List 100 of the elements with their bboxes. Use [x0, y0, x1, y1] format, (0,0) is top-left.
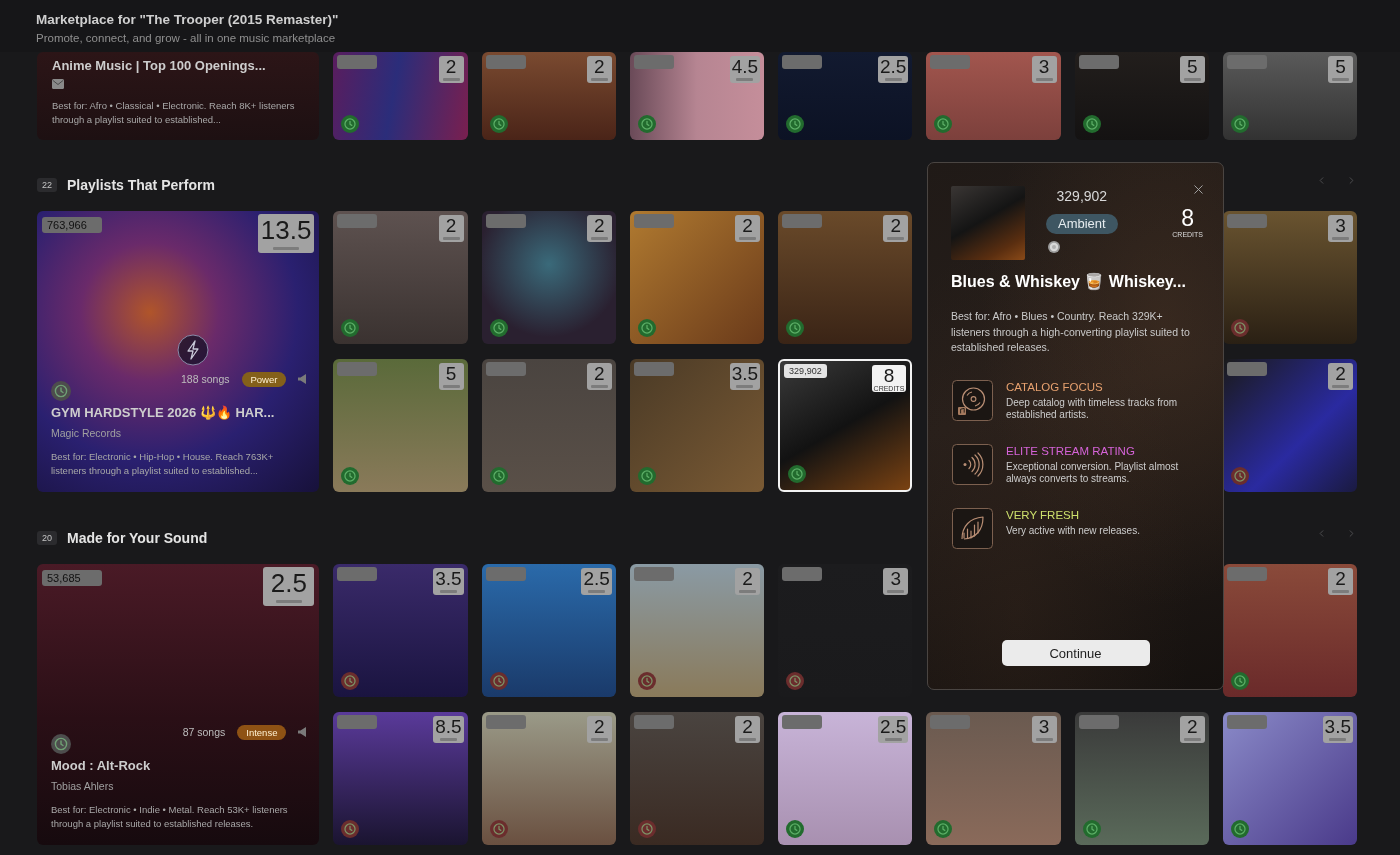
blank-tag [633, 55, 674, 69]
blank-tag [337, 567, 378, 581]
credits-value: 3.5 [731, 364, 759, 383]
credits-value: 3.5 [1324, 717, 1351, 736]
song-count: 188 songs [181, 373, 230, 385]
playlist-count: 20 [37, 531, 57, 545]
seal-icon [1048, 241, 1060, 253]
vinyl-record-icon [952, 379, 993, 421]
blank-tag [337, 362, 378, 376]
listener-count: 329,902 [1056, 188, 1108, 204]
blank-tag [782, 715, 823, 729]
playlist-card[interactable]: 8.5 [333, 712, 468, 845]
playlist-card[interactable]: 2 [481, 712, 616, 845]
blank-tag [782, 567, 823, 581]
mood-tag: Power [241, 371, 287, 387]
lightning-bolt-icon [177, 334, 209, 366]
credits-value: 2.5 [879, 717, 907, 736]
featured-playlist-card[interactable]: Anime Music | Top 100 Openings... Best for: Afro • Classical • Electronic. Reach 8K+ listeners through a playlist suited to established... [37, 52, 320, 140]
playlist-card[interactable]: 5 [1222, 52, 1357, 140]
playlist-card[interactable]: 2.5 [481, 564, 616, 697]
feature-title: ELITE STREAM RATING [1006, 443, 1135, 458]
playlist-card[interactable]: 2 [333, 211, 468, 344]
blank-tag [1078, 55, 1119, 69]
playlist-card[interactable]: 2.5 [778, 52, 913, 140]
playlist-card[interactable]: 2 [1222, 359, 1357, 492]
credits-value: 8.5 [435, 717, 462, 736]
blank-tag [930, 715, 971, 729]
dialog-description: Best for: Afro • Blues • Country. Reach 329K+ listeners through a high-converting playlist suited to established releases. [951, 309, 1191, 355]
playlist-description: Best for: Electronic • Indie • Metal. Reach 53K+ listeners through a playlist suited to established releases. [51, 803, 289, 830]
close-button[interactable] [1191, 182, 1206, 197]
credits-value: 2 [445, 57, 457, 76]
song-count: 87 songs [182, 726, 226, 738]
credits-value: 5 [1335, 57, 1346, 76]
featured-playlist-card[interactable]: 763,966 13.5 188 songs Power GYM HARDSTYLE 2026 🔱🔥 HAR... Magic Records Best for: Electronic • Hip-Hop • House. Reach 763K+ listeners through a playlist suited to established... [37, 211, 320, 492]
playlist-card[interactable]: 2 [629, 712, 765, 845]
playlist-card[interactable]: 2 [629, 211, 765, 344]
credits-value: 3.5 [435, 569, 462, 588]
section-title: Playlists That Perform [67, 177, 215, 193]
playlist-card[interactable]: 3.5 [1222, 712, 1357, 845]
blank-tag [1226, 567, 1267, 581]
credits-value: 4.5 [731, 57, 759, 76]
playlist-card[interactable]: 2 [778, 211, 913, 344]
playlist-card[interactable]: 2 [629, 564, 765, 697]
playlist-title: Mood : Alt-Rock [51, 757, 152, 775]
continue-button[interactable]: Continue [1001, 640, 1150, 666]
credits-value: 3 [1038, 717, 1050, 736]
playlist-card[interactable]: 2 [1222, 564, 1357, 697]
playlist-card[interactable]: 5 [1074, 52, 1209, 140]
blank-tag [485, 567, 526, 581]
section-title: Made for Your Sound [67, 530, 208, 546]
playlist-owner: Tobias Ahlers [51, 779, 115, 793]
close-icon [1191, 182, 1206, 197]
credits-value: 2 [594, 57, 605, 76]
feature-title: VERY FRESH [1006, 507, 1080, 522]
blank-tag [930, 55, 971, 69]
leaf-chart-icon [952, 507, 993, 549]
blank-tag [1226, 55, 1267, 69]
playlist-title: Anime Music | Top 100 Openings... [52, 57, 267, 75]
blank-tag [1226, 214, 1267, 228]
featured-playlist-card[interactable]: 53,685 2.5 87 songs Intense Mood : Alt-Rock Tobias Ahlers Best for: Electronic • Indie • Metal. Reach 53K+ listeners through a playlist suited to established releases. [37, 564, 320, 845]
playlist-card[interactable]: 2 [333, 52, 468, 140]
credits-value: 3 [1335, 216, 1346, 235]
credits-value: 2 [742, 717, 753, 736]
credits-value: 2 [594, 216, 605, 235]
blank-tag [782, 214, 823, 228]
credits-value: 2 [1335, 364, 1346, 383]
credits-value: 2 [742, 569, 753, 588]
blank-tag [633, 715, 674, 729]
listener-count: 329,902 [784, 364, 827, 378]
feature-description: Deep catalog with timeless tracks from established artists. [1006, 396, 1179, 422]
envelope-icon [52, 79, 64, 89]
playlist-card[interactable]: 2 [481, 359, 616, 492]
playlist-card[interactable]: 2 [481, 211, 616, 344]
page-title: Marketplace for "The Trooper (2015 Remaster)" [36, 12, 339, 28]
blank-tag [1078, 715, 1119, 729]
blank-tag [485, 715, 526, 729]
credits-value: 2 [594, 364, 605, 383]
blank-tag [337, 214, 378, 228]
blank-tag [485, 214, 526, 228]
credits-value: 2.5 [270, 569, 307, 598]
playlist-card[interactable]: 5 [333, 359, 468, 492]
blank-tag [337, 55, 378, 69]
playlist-card[interactable]: 3 [926, 712, 1061, 845]
credits-value: 8 [883, 366, 895, 385]
playlist-card[interactable]: 3 [926, 52, 1061, 140]
listener-count: 53,685 [42, 570, 102, 586]
genre-tag: Ambient [1046, 214, 1118, 234]
playlist-card[interactable]: 3 [1222, 211, 1357, 344]
feature-description: Exceptional conversion. Playlist almost always converts to streams. [1006, 460, 1180, 486]
playlist-card[interactable]: 2.5 [778, 712, 913, 845]
playlist-title: GYM HARDSTYLE 2026 🔱🔥 HAR... [51, 404, 276, 422]
playlist-card[interactable]: 4.5 [629, 52, 765, 140]
blank-tag [633, 214, 674, 228]
dialog-title: Blues & Whiskey 🥃 Whiskey... [951, 272, 1187, 292]
credits-value: 8 [1181, 207, 1195, 229]
credits-value: 2 [1186, 717, 1198, 736]
playlist-card[interactable]: 2 [1074, 712, 1209, 845]
playlist-card[interactable]: 3.5 [629, 359, 765, 492]
playlist-card[interactable]: 2 [481, 52, 616, 140]
playlist-card[interactable]: 3.5 [333, 564, 468, 697]
